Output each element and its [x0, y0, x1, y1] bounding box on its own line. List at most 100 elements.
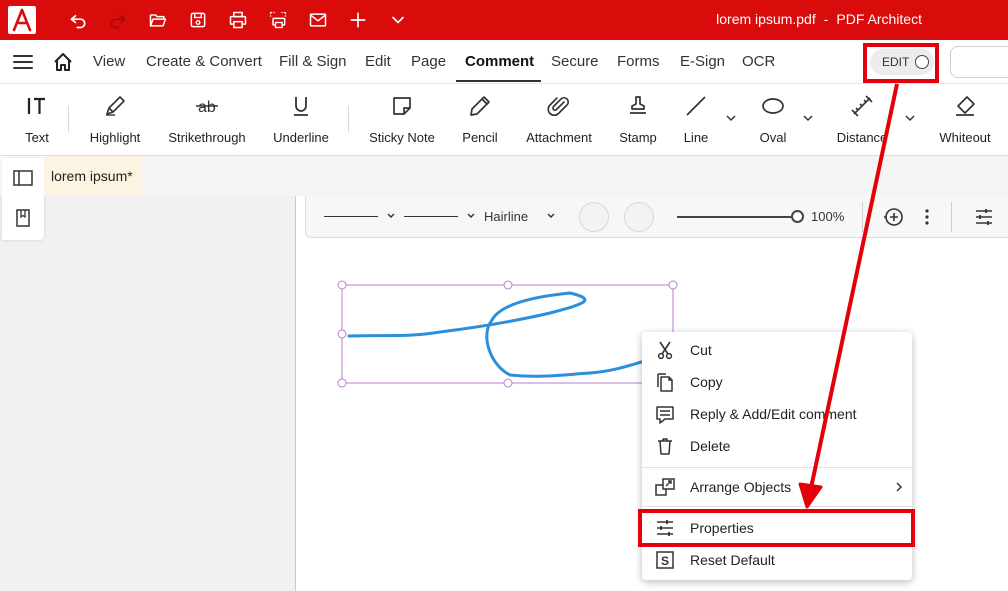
document-tab-bar: lorem ipsum * [44, 156, 1008, 196]
tool-highlight[interactable]: Highlight [84, 92, 146, 150]
print-icon[interactable] [226, 8, 250, 32]
line-end-chevron-icon[interactable] [466, 211, 476, 221]
fill-color-swatch[interactable] [624, 202, 654, 232]
line-dropdown-chevron-icon[interactable] [725, 112, 737, 124]
tool-underline-label: Underline [273, 130, 329, 145]
tool-strikethrough-label: Strikethrough [168, 130, 246, 145]
menu-create-convert[interactable]: Create & Convert [146, 53, 262, 70]
comment-icon [654, 403, 676, 425]
tool-underline[interactable]: Underline [270, 92, 332, 150]
menu-item-delete[interactable]: Delete [642, 430, 912, 462]
tool-text[interactable]: Text [18, 92, 56, 150]
menu-item-reset-default[interactable]: S Reset Default [642, 544, 912, 576]
arrange-icon [654, 476, 676, 498]
resize-handle[interactable] [337, 378, 347, 388]
oval-icon [761, 92, 785, 120]
resize-handle[interactable] [337, 280, 347, 290]
menu-item-arrange-objects[interactable]: Arrange Objects [642, 471, 912, 503]
menu-item-reply-comment-label: Reply & Add/Edit comment [690, 406, 857, 422]
left-side-panel [0, 196, 296, 591]
menu-page[interactable]: Page [411, 53, 446, 70]
tool-attachment-label: Attachment [526, 130, 592, 145]
menu-fill-sign[interactable]: Fill & Sign [279, 53, 347, 70]
distance-icon [850, 92, 874, 120]
tool-attachment[interactable]: Attachment [522, 92, 596, 150]
home-icon[interactable] [52, 51, 74, 73]
file-name: lorem ipsum.pdf [716, 11, 816, 27]
resize-handle[interactable] [503, 280, 513, 290]
menu-ocr[interactable]: OCR [742, 53, 775, 70]
trash-icon [654, 435, 676, 457]
tool-whiteout-label: Whiteout [939, 130, 991, 145]
menu-forms[interactable]: Forms [617, 53, 660, 70]
plus-icon[interactable] [346, 8, 370, 32]
tool-whiteout[interactable]: Whiteout [936, 92, 994, 150]
search-input[interactable] [950, 46, 1008, 78]
properties-sliders-icon[interactable] [973, 206, 995, 228]
line-icon [684, 92, 708, 120]
tool-oval-label: Oval [759, 130, 787, 145]
distance-dropdown-chevron-icon[interactable] [904, 112, 916, 124]
menu-edit[interactable]: Edit [365, 53, 391, 70]
redo-icon[interactable] [106, 8, 130, 32]
menu-item-reply-comment[interactable]: Reply & Add/Edit comment [642, 398, 912, 430]
panel-toggle-icon[interactable] [13, 168, 33, 188]
resize-handle[interactable] [668, 280, 678, 290]
undo-icon[interactable] [66, 8, 90, 32]
add-comment-icon[interactable] [882, 206, 904, 228]
toolbar-divider [951, 202, 952, 232]
ribbon-divider [68, 106, 69, 132]
resize-handle[interactable] [503, 378, 513, 388]
document-tab-label: lorem ipsum [51, 168, 128, 184]
menu-e-sign[interactable]: E-Sign [680, 53, 725, 70]
menu-comment[interactable]: Comment [465, 53, 534, 70]
tool-sticky-note[interactable]: Sticky Note [366, 92, 438, 150]
scan-print-icon[interactable] [266, 8, 290, 32]
svg-text:S: S [661, 554, 669, 568]
tool-strikethrough[interactable]: ab Strikethrough [164, 92, 250, 150]
document-tab[interactable]: lorem ipsum * [44, 156, 142, 196]
underline-icon [289, 92, 313, 120]
tool-pencil[interactable]: Pencil [456, 92, 504, 150]
tool-line[interactable]: Line [674, 92, 718, 150]
more-options-icon[interactable] [916, 206, 938, 228]
resize-handle[interactable] [337, 329, 347, 339]
menu-item-arrange-objects-label: Arrange Objects [690, 479, 792, 495]
mail-icon[interactable] [306, 8, 330, 32]
freehand-annotation[interactable] [330, 275, 690, 395]
annotation-toolbar: Hairline 100% [305, 196, 1008, 238]
hamburger-menu-icon[interactable] [12, 52, 34, 72]
line-width-value[interactable]: Hairline [484, 209, 528, 224]
ink-stroke [347, 291, 647, 378]
tool-distance[interactable]: Distance [834, 92, 890, 150]
line-width-chevron-icon[interactable] [546, 211, 556, 221]
ribbon-divider [348, 106, 349, 132]
save-icon[interactable] [186, 8, 210, 32]
line-style-preview[interactable] [324, 216, 378, 217]
tool-stamp[interactable]: Stamp [614, 92, 662, 150]
comment-ribbon: Text Highlight ab Strikethrough Underlin… [0, 84, 1008, 156]
menu-view[interactable]: View [93, 53, 125, 70]
stroke-color-swatch[interactable] [579, 202, 609, 232]
properties-highlight [638, 509, 915, 547]
opacity-slider-knob[interactable] [791, 210, 804, 223]
opacity-slider-track[interactable] [677, 216, 797, 218]
menu-secure[interactable]: Secure [551, 53, 599, 70]
line-style-chevron-icon[interactable] [386, 211, 396, 221]
oval-dropdown-chevron-icon[interactable] [802, 112, 814, 124]
menu-item-cut[interactable]: Cut [642, 334, 912, 366]
chevron-down-icon[interactable] [386, 8, 410, 32]
menu-bar: View Create & Convert Fill & Sign Edit P… [0, 40, 1008, 84]
tool-pencil-label: Pencil [462, 130, 498, 145]
tool-highlight-label: Highlight [89, 130, 141, 145]
menu-item-delete-label: Delete [690, 438, 731, 454]
reset-icon: S [654, 549, 676, 571]
svg-text:ab: ab [198, 99, 216, 116]
menu-item-copy[interactable]: Copy [642, 366, 912, 398]
open-folder-icon[interactable] [146, 8, 170, 32]
tool-text-label: Text [25, 130, 49, 145]
bookmarks-icon[interactable] [13, 208, 33, 228]
line-end-preview[interactable] [404, 216, 458, 217]
title-separator: - [823, 11, 829, 27]
tool-oval[interactable]: Oval [752, 92, 794, 150]
